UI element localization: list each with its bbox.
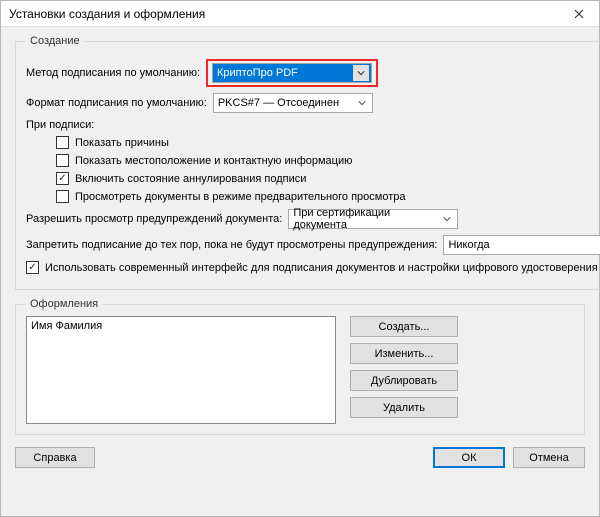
block-signing-select[interactable]: Никогда [443,235,600,255]
creation-legend: Создание [26,35,84,47]
edit-button[interactable]: Изменить... [350,343,458,364]
window-title: Установки создания и оформления [9,7,559,21]
cb-show-location-row[interactable]: Показать местоположение и контактную инф… [56,154,600,167]
checkbox-icon [56,190,69,203]
default-method-label: Метод подписания по умолчанию: [26,67,200,79]
block-signing-label: Запретить подписание до тех пор, пока не… [26,239,437,251]
cb-include-revocation-row[interactable]: ✓ Включить состояние аннулирования подпи… [56,172,600,185]
cb-show-reasons-label: Показать причины [75,137,169,149]
cb-modern-interface-label: Использовать современный интерфейс для п… [45,262,598,274]
cb-preview-docs-row[interactable]: Просмотреть документы в режиме предварит… [56,190,600,203]
allow-warnings-row: Разрешить просмотр предупреждений докуме… [26,209,600,229]
cb-preview-docs-label: Просмотреть документы в режиме предварит… [75,191,406,203]
help-button[interactable]: Справка [15,447,95,468]
checkbox-checked-icon: ✓ [56,172,69,185]
dialog-window: Установки создания и оформления Создание… [0,0,600,517]
appearance-row: Имя Фамилия Создать... Изменить... Дубли… [26,316,574,424]
list-item[interactable]: Имя Фамилия [31,320,331,332]
create-button[interactable]: Создать... [350,316,458,337]
highlight-box: КриптоПро PDF [206,59,378,87]
appearance-buttons: Создать... Изменить... Дублировать Удали… [350,316,458,424]
default-format-select[interactable]: PKCS#7 — Отсоединен [213,93,373,113]
chevron-down-icon [354,95,370,111]
appearance-listbox[interactable]: Имя Фамилия [26,316,336,424]
checkbox-checked-icon: ✓ [26,261,39,274]
allow-warnings-select[interactable]: При сертификации документа [288,209,458,229]
duplicate-button[interactable]: Дублировать [350,370,458,391]
checkbox-icon [56,136,69,149]
block-signing-row: Запретить подписание до тех пор, пока не… [26,235,600,255]
delete-button[interactable]: Удалить [350,397,458,418]
default-format-label: Формат подписания по умолчанию: [26,97,207,109]
cancel-button[interactable]: Отмена [513,447,585,468]
dialog-footer: Справка ОК Отмена [15,443,585,468]
appearance-group: Оформления Имя Фамилия Создать... Измени… [15,298,585,435]
cb-include-revocation-label: Включить состояние аннулирования подписи [75,173,306,185]
appearance-legend: Оформления [26,298,102,310]
when-signing-label: При подписи: [26,119,600,131]
default-method-select[interactable]: КриптоПро PDF [212,63,372,83]
ok-button[interactable]: ОК [433,447,505,468]
default-format-row: Формат подписания по умолчанию: PKCS#7 —… [26,93,600,113]
default-method-row: Метод подписания по умолчанию: КриптоПро… [26,59,600,87]
cb-modern-interface-row[interactable]: ✓ Использовать современный интерфейс для… [26,261,600,274]
chevron-down-icon [439,211,455,227]
allow-warnings-label: Разрешить просмотр предупреждений докуме… [26,213,282,225]
cb-show-reasons-row[interactable]: Показать причины [56,136,600,149]
chevron-down-icon [353,65,369,81]
creation-group: Создание Метод подписания по умолчанию: … [15,35,600,290]
cb-show-location-label: Показать местоположение и контактную инф… [75,155,352,167]
titlebar: Установки создания и оформления [1,1,599,27]
dialog-body: Создание Метод подписания по умолчанию: … [1,27,599,516]
close-icon[interactable] [559,1,599,26]
checkbox-icon [56,154,69,167]
